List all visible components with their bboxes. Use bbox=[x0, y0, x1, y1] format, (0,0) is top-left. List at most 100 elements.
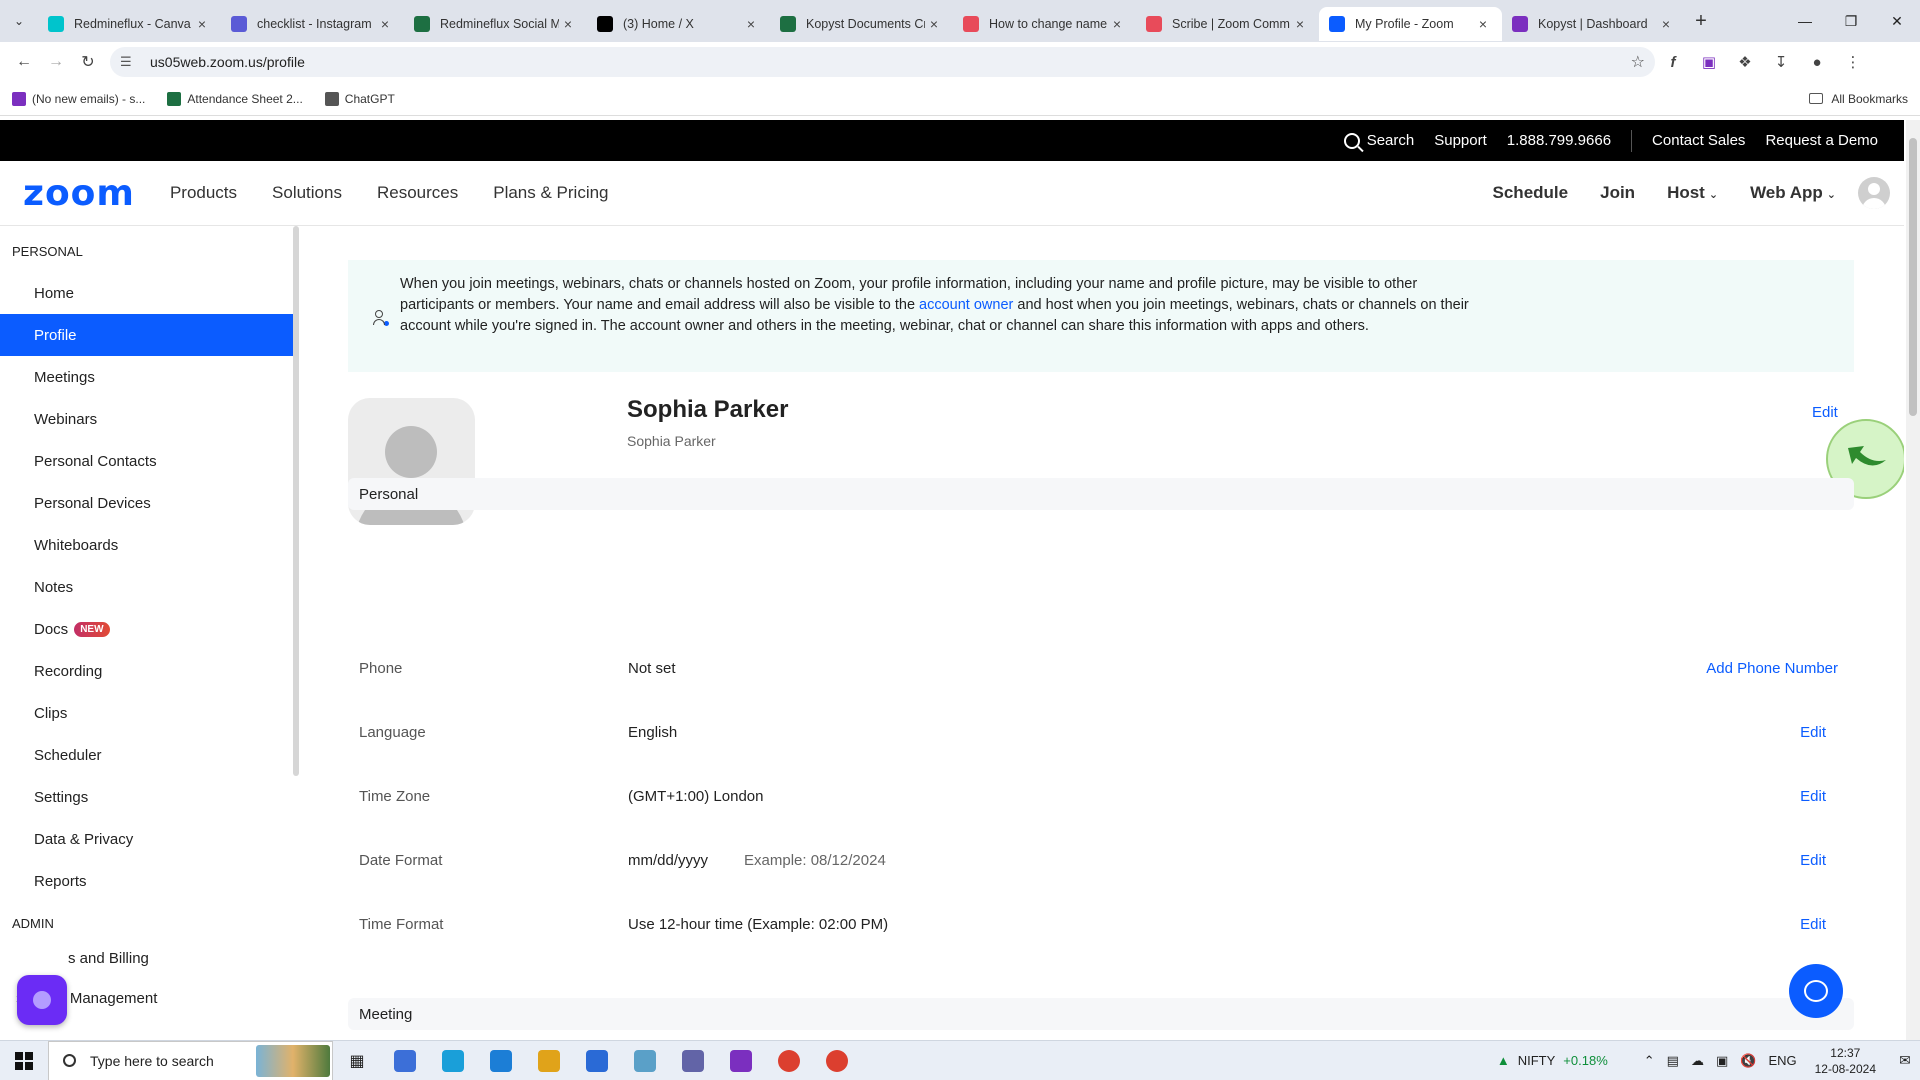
nav-link[interactable]: Products bbox=[170, 183, 237, 203]
page-scroll-thumb[interactable] bbox=[1909, 138, 1917, 416]
sidebar-item[interactable]: Notes bbox=[0, 566, 295, 608]
web-app-menu[interactable]: Web App ⌄ bbox=[1750, 183, 1836, 203]
browser-tab[interactable]: Redmineflux - Canva × bbox=[38, 7, 221, 41]
browser-tab[interactable]: Redmineflux Social M × bbox=[404, 7, 587, 41]
browser-tab[interactable]: Scribe | Zoom Comm × bbox=[1136, 7, 1319, 41]
all-bookmarks-button[interactable]: All Bookmarks bbox=[1809, 92, 1908, 106]
request-demo-link[interactable]: Request a Demo bbox=[1765, 132, 1878, 149]
tab-close-icon[interactable]: × bbox=[1657, 16, 1675, 32]
browser-menu-icon[interactable]: ⋮ bbox=[1835, 46, 1871, 78]
close-window-icon[interactable]: ✕ bbox=[1874, 0, 1920, 42]
bookmark-star-icon[interactable]: ☆ bbox=[1631, 52, 1645, 72]
notifications-icon[interactable]: ✉ bbox=[1890, 1052, 1920, 1069]
chat-support-button[interactable] bbox=[1789, 964, 1843, 1018]
row-action-button[interactable]: Edit bbox=[1800, 852, 1826, 869]
taskbar-app-icon[interactable] bbox=[765, 1041, 813, 1080]
tab-close-icon[interactable]: × bbox=[559, 16, 577, 32]
network-icon[interactable]: ▣ bbox=[1716, 1053, 1728, 1069]
taskbar-app-icon[interactable] bbox=[381, 1041, 429, 1080]
reload-icon[interactable]: ↻ bbox=[72, 46, 104, 78]
browser-tab[interactable]: (3) Home / X × bbox=[587, 7, 770, 41]
profile-avatar-icon[interactable]: ● bbox=[1799, 46, 1835, 78]
sidebar-item[interactable]: Recording bbox=[0, 650, 295, 692]
back-arrow-icon[interactable]: ← bbox=[8, 46, 40, 78]
tab-close-icon[interactable]: × bbox=[1291, 16, 1309, 32]
url-text[interactable]: us05web.zoom.us/profile bbox=[150, 54, 1631, 70]
sidebar-item[interactable]: Whiteboards bbox=[0, 524, 295, 566]
sidebar-item[interactable]: Profile bbox=[0, 314, 294, 356]
restore-icon[interactable]: ❐ bbox=[1828, 0, 1874, 42]
downloads-icon[interactable]: ↧ bbox=[1763, 46, 1799, 78]
tab-close-icon[interactable]: × bbox=[925, 16, 943, 32]
contact-sales-link[interactable]: Contact Sales bbox=[1652, 132, 1745, 149]
host-menu[interactable]: Host ⌄ bbox=[1667, 183, 1718, 203]
browser-tab[interactable]: Kopyst Documents Cr × bbox=[770, 7, 953, 41]
minimize-icon[interactable]: — bbox=[1782, 0, 1828, 42]
extension-kopyst-icon[interactable]: ▣ bbox=[1691, 46, 1727, 78]
nifty-widget[interactable]: ▲ NIFTY +0.18% bbox=[1497, 1053, 1608, 1068]
tab-close-icon[interactable]: × bbox=[742, 16, 760, 32]
taskbar-app-icon[interactable] bbox=[429, 1041, 477, 1080]
chevron-up-icon[interactable]: ⌃ bbox=[1644, 1053, 1655, 1069]
search-link[interactable]: Search bbox=[1343, 132, 1414, 149]
tab-close-icon[interactable]: × bbox=[193, 16, 211, 32]
sidebar-item[interactable]: Docs NEW bbox=[0, 608, 295, 650]
page-scrollbar[interactable] bbox=[1906, 120, 1920, 1040]
assistant-launcher-button[interactable] bbox=[17, 975, 67, 1025]
sidebar-scrollbar[interactable] bbox=[293, 226, 299, 776]
browser-tab[interactable]: checklist - Instagram × bbox=[221, 7, 404, 41]
nav-link[interactable]: Plans & Pricing bbox=[493, 183, 608, 203]
sidebar-item[interactable]: Clips bbox=[0, 692, 295, 734]
sidebar-item[interactable]: Home bbox=[0, 272, 295, 314]
meet-now-icon[interactable]: ▤ bbox=[1667, 1053, 1679, 1069]
nav-link[interactable]: Resources bbox=[377, 183, 458, 203]
bookmark-item[interactable]: ChatGPT bbox=[324, 91, 395, 106]
account-owner-link[interactable]: account owner bbox=[919, 297, 1013, 313]
site-info-icon[interactable]: ☰ bbox=[120, 54, 140, 70]
forward-arrow-icon[interactable]: → bbox=[40, 46, 72, 78]
zoom-logo[interactable]: zoom bbox=[23, 173, 135, 214]
nav-link[interactable]: Solutions bbox=[272, 183, 342, 203]
sidebar-item[interactable]: Personal Contacts bbox=[0, 440, 295, 482]
join-link[interactable]: Join bbox=[1600, 183, 1635, 203]
tab-close-icon[interactable]: × bbox=[376, 16, 394, 32]
taskbar-app-icon[interactable] bbox=[717, 1041, 765, 1080]
sidebar-item[interactable]: Scheduler bbox=[0, 734, 295, 776]
browser-tab[interactable]: Kopyst | Dashboard × bbox=[1502, 7, 1685, 41]
support-link[interactable]: Support bbox=[1434, 132, 1487, 149]
speaker-muted-icon[interactable]: 🔇 bbox=[1740, 1053, 1756, 1069]
bookmark-item[interactable]: (No new emails) - s... bbox=[12, 91, 145, 106]
tab-close-icon[interactable]: × bbox=[1108, 16, 1126, 32]
sidebar-item[interactable]: Reports bbox=[0, 860, 295, 902]
browser-tab[interactable]: How to change name × bbox=[953, 7, 1136, 41]
task-view-icon[interactable]: ▦ bbox=[333, 1041, 381, 1080]
row-action-button[interactable]: Edit bbox=[1800, 788, 1826, 805]
onedrive-cloud-icon[interactable]: ☁ bbox=[1691, 1053, 1704, 1069]
url-omnibox[interactable]: ☰ us05web.zoom.us/profile ☆ bbox=[110, 47, 1655, 77]
tab-search-chevron-icon[interactable]: ⌄ bbox=[0, 0, 38, 42]
tab-close-icon[interactable]: × bbox=[1474, 16, 1492, 32]
taskbar-app-icon[interactable] bbox=[477, 1041, 525, 1080]
taskbar-app-icon[interactable] bbox=[669, 1041, 717, 1080]
language-indicator[interactable]: ENG bbox=[1768, 1053, 1796, 1068]
profile-edit-button[interactable]: Edit bbox=[1812, 404, 1838, 421]
row-action-button[interactable]: Edit bbox=[1800, 724, 1826, 741]
row-action-button[interactable]: Add Phone Number bbox=[1706, 660, 1838, 677]
start-button[interactable] bbox=[0, 1041, 48, 1080]
sidebar-item[interactable]: Meetings bbox=[0, 356, 295, 398]
browser-tab[interactable]: My Profile - Zoom × bbox=[1319, 7, 1502, 41]
sidebar-admin-item[interactable]: s and Billing bbox=[0, 938, 295, 978]
row-action-button[interactable]: Edit bbox=[1800, 916, 1826, 933]
sidebar-item[interactable]: Settings bbox=[0, 776, 295, 818]
bookmark-item[interactable]: Attendance Sheet 2... bbox=[167, 91, 303, 106]
sidebar-item[interactable]: Data & Privacy bbox=[0, 818, 295, 860]
sidebar-item[interactable]: Webinars bbox=[0, 398, 295, 440]
clock[interactable]: 12:37 12-08-2024 bbox=[1815, 1045, 1876, 1077]
sidebar-item[interactable]: Personal Devices bbox=[0, 482, 295, 524]
taskbar-app-icon[interactable] bbox=[813, 1041, 861, 1080]
taskbar-search[interactable]: Type here to search bbox=[48, 1040, 333, 1080]
taskbar-app-icon[interactable] bbox=[621, 1041, 669, 1080]
extensions-puzzle-icon[interactable]: ❖ bbox=[1727, 46, 1763, 78]
phone-link[interactable]: 1.888.799.9666 bbox=[1507, 132, 1611, 149]
schedule-link[interactable]: Schedule bbox=[1493, 183, 1569, 203]
